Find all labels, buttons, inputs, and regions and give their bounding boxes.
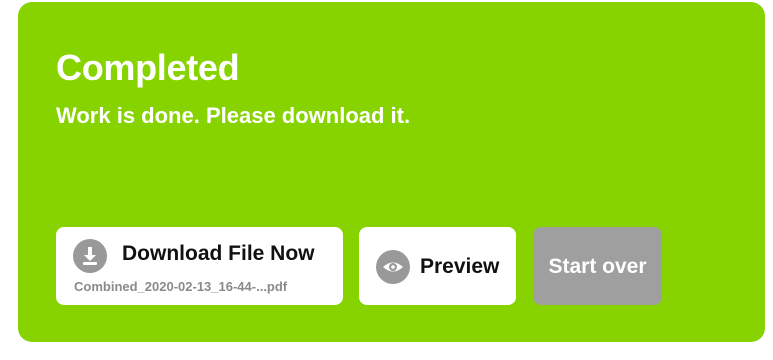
download-icon [73, 239, 107, 273]
download-file-button[interactable]: Download File Now Combined_2020-02-13_16… [56, 227, 343, 305]
status-title: Completed [56, 47, 240, 88]
eye-icon [376, 250, 410, 284]
preview-button[interactable]: Preview [359, 227, 516, 305]
download-filename: Combined_2020-02-13_16-44-...pdf [74, 279, 288, 294]
download-button-label: Download File Now [122, 242, 315, 265]
preview-button-label: Preview [420, 255, 500, 278]
status-message: Work is done. Please download it. [56, 103, 411, 128]
start-over-button-label: Start over [548, 255, 647, 278]
start-over-button[interactable]: Start over [533, 227, 662, 305]
completed-panel: Completed Work is done. Please download … [18, 2, 765, 342]
